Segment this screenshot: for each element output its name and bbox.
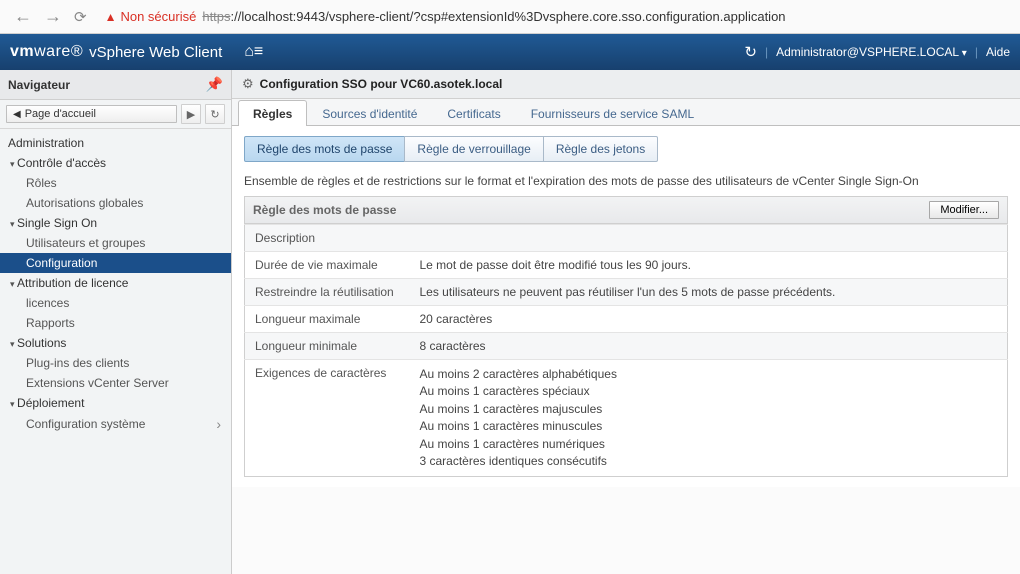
table-row: Restreindre la réutilisation Les utilisa… xyxy=(245,279,1008,306)
nav-item-licenses[interactable]: licences xyxy=(0,293,231,313)
nav-section-deployment[interactable]: Déploiement xyxy=(0,393,231,413)
prop-val: 8 caractères xyxy=(410,333,1008,360)
back-icon[interactable]: ← xyxy=(8,6,38,27)
nav-item-client-plugins[interactable]: Plug-ins des clients xyxy=(0,353,231,373)
warning-icon: ▲ xyxy=(105,10,117,24)
refresh-icon[interactable]: ↻ xyxy=(744,43,757,61)
product-name: vSphere Web Client xyxy=(89,44,222,61)
breadcrumb-label: Page d'accueil xyxy=(25,108,96,120)
browser-toolbar: ← → ⟳ ▲ Non sécurisé https://localhost:9… xyxy=(0,0,1020,34)
nav-item-users-groups[interactable]: Utilisateurs et groupes xyxy=(0,233,231,253)
navigator-title: Navigateur xyxy=(8,78,206,92)
properties-table: Description Durée de vie maximale Le mot… xyxy=(244,224,1008,477)
nav-section-access[interactable]: Contrôle d'accès xyxy=(0,153,231,173)
gear-icon: ⚙ xyxy=(242,76,254,92)
nav-tree: Administration Contrôle d'accès Rôles Au… xyxy=(0,129,231,439)
prop-val xyxy=(410,225,1008,252)
char-req-item: Au moins 1 caractères minuscules xyxy=(420,418,998,435)
char-req-item: Au moins 1 caractères numériques xyxy=(420,436,998,453)
section-label: Règle des mots de passe xyxy=(253,203,929,217)
pin-icon[interactable]: 📌 xyxy=(206,76,223,93)
url-scheme: https xyxy=(202,9,230,24)
vmware-logo: vmware® xyxy=(10,43,83,61)
forward-icon[interactable]: → xyxy=(38,6,68,27)
prop-val: Les utilisateurs ne peuvent pas réutilis… xyxy=(410,279,1008,306)
nav-item-system-config-label: Configuration système xyxy=(26,417,145,431)
nav-section-licensing[interactable]: Attribution de licence xyxy=(0,273,231,293)
subtab-password-policy[interactable]: Règle des mots de passe xyxy=(244,136,405,162)
chevron-left-icon: ◀ xyxy=(13,109,21,120)
prop-val: Le mot de passe doit être modifié tous l… xyxy=(410,252,1008,279)
main-tabs: Règles Sources d'identité Certificats Fo… xyxy=(232,99,1020,126)
history-icon[interactable]: ↻ xyxy=(205,104,225,124)
char-req-item: Au moins 2 caractères alphabétiques xyxy=(420,366,998,383)
policy-description: Ensemble de règles et de restrictions su… xyxy=(244,174,1008,188)
nav-section-solutions[interactable]: Solutions xyxy=(0,333,231,353)
insecure-label: Non sécurisé xyxy=(120,9,196,24)
table-row: Longueur maximale 20 caractères xyxy=(245,306,1008,333)
tab-rules[interactable]: Règles xyxy=(238,100,307,126)
prop-key: Restreindre la réutilisation xyxy=(245,279,410,306)
nav-item-global-perms[interactable]: Autorisations globales xyxy=(0,193,231,213)
chevron-right-icon: › xyxy=(216,416,221,432)
subtab-lockout-policy[interactable]: Règle de verrouillage xyxy=(404,136,543,162)
nav-section-sso[interactable]: Single Sign On xyxy=(0,213,231,233)
nav-item-vcenter-ext[interactable]: Extensions vCenter Server xyxy=(0,373,231,393)
table-row: Longueur minimale 8 caractères xyxy=(245,333,1008,360)
tab-saml[interactable]: Fournisseurs de service SAML xyxy=(516,100,709,126)
nav-item-configuration[interactable]: Configuration xyxy=(0,253,231,273)
nav-item-roles[interactable]: Rôles xyxy=(0,173,231,193)
char-req-item: 3 caractères identiques consécutifs xyxy=(420,453,998,470)
nav-forward-icon[interactable]: ▶ xyxy=(181,104,201,124)
table-row: Exigences de caractères Au moins 2 carac… xyxy=(245,360,1008,477)
prop-key: Durée de vie maximale xyxy=(245,252,410,279)
breadcrumb[interactable]: ◀ Page d'accueil xyxy=(6,105,177,123)
prop-key: Longueur minimale xyxy=(245,333,410,360)
content-title: Configuration SSO pour VC60.asotek.local xyxy=(260,77,503,91)
nav-root-administration[interactable]: Administration xyxy=(0,133,231,153)
subtab-token-policy[interactable]: Règle des jetons xyxy=(543,136,658,162)
sub-tabs: Règle des mots de passe Règle de verroui… xyxy=(244,136,1008,162)
tab-certificates[interactable]: Certificats xyxy=(432,100,515,126)
prop-key: Exigences de caractères xyxy=(245,360,410,477)
help-link[interactable]: Aide xyxy=(986,45,1010,59)
prop-val: 20 caractères xyxy=(410,306,1008,333)
prop-key: Longueur maximale xyxy=(245,306,410,333)
app-header: vmware® vSphere Web Client ⌂≡ ↻ | Admini… xyxy=(0,34,1020,70)
table-row: Description xyxy=(245,225,1008,252)
table-row: Durée de vie maximale Le mot de passe do… xyxy=(245,252,1008,279)
navigator-panel: Navigateur 📌 ◀ Page d'accueil ▶ ↻ Admini… xyxy=(0,70,232,574)
url-rest: ://localhost:9443/vsphere-client/?csp#ex… xyxy=(231,9,786,24)
home-icon[interactable]: ⌂≡ xyxy=(244,43,263,61)
prop-val-multi: Au moins 2 caractères alphabétiques Au m… xyxy=(410,360,1008,477)
reload-icon[interactable]: ⟳ xyxy=(68,8,93,26)
user-menu[interactable]: Administrator@VSPHERE.LOCAL xyxy=(776,45,967,59)
char-req-item: Au moins 1 caractères majuscules xyxy=(420,401,998,418)
prop-key: Description xyxy=(245,225,410,252)
nav-item-reports[interactable]: Rapports xyxy=(0,313,231,333)
address-bar[interactable]: ▲ Non sécurisé https://localhost:9443/vs… xyxy=(99,7,1012,26)
section-header: Règle des mots de passe Modifier... xyxy=(244,196,1008,224)
char-req-item: Au moins 1 caractères spéciaux xyxy=(420,383,998,400)
nav-item-system-config[interactable]: Configuration système › xyxy=(0,413,231,435)
content-panel: ⚙ Configuration SSO pour VC60.asotek.loc… xyxy=(232,70,1020,574)
tab-identity-sources[interactable]: Sources d'identité xyxy=(307,100,432,126)
edit-button[interactable]: Modifier... xyxy=(929,201,999,219)
